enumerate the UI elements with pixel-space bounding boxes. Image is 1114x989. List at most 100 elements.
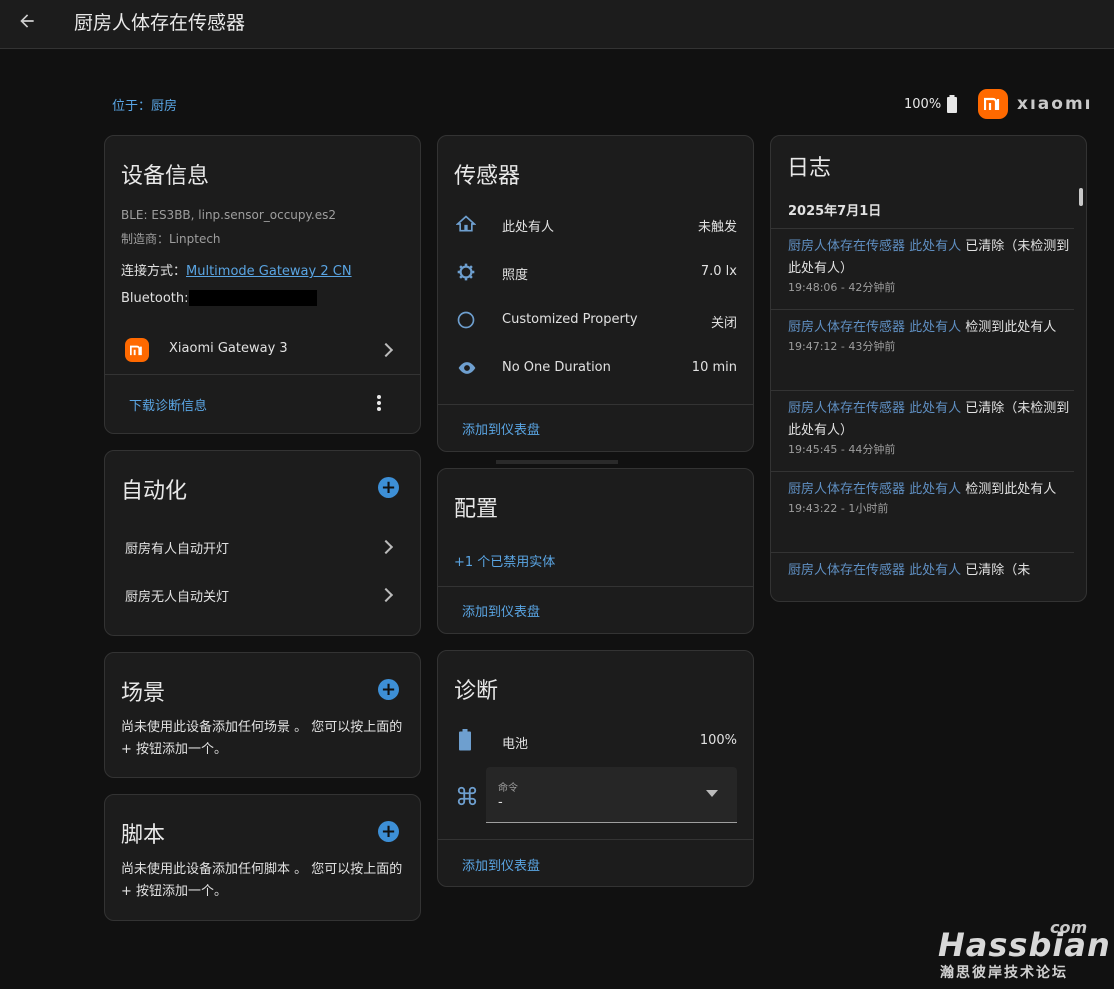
add-to-dashboard-button[interactable]: 添加到仪表盘 — [462, 855, 540, 874]
sensor-row-illuminance[interactable]: 照度 7.0 lx — [438, 256, 753, 288]
scene-title: 场景 — [121, 681, 166, 706]
log-entity-link[interactable]: 厨房人体存在传感器 此处有人 — [788, 320, 961, 335]
arrow-left-icon — [20, 14, 34, 28]
log-entity-link[interactable]: 厨房人体存在传感器 此处有人 — [788, 239, 961, 254]
sensor-row-customized-property[interactable]: Customized Property 关闭 — [438, 304, 753, 336]
connection-label: 连接方式： — [121, 264, 187, 279]
scrollbar[interactable] — [1079, 188, 1083, 206]
command-select-label: 命令 — [498, 783, 518, 794]
automation-item[interactable]: 厨房有人自动开灯 — [105, 531, 420, 563]
divider — [438, 586, 753, 587]
command-select[interactable]: 命令 - — [486, 767, 737, 823]
automation-card: 自动化 + 厨房有人自动开灯 厨房无人自动关灯 — [104, 450, 421, 636]
script-title: 脚本 — [121, 823, 166, 848]
log-entry-text: 检测到此处有人 — [961, 320, 1057, 335]
chevron-right-icon — [378, 539, 394, 555]
gateway-mi-icon — [125, 338, 149, 362]
back-button[interactable] — [14, 8, 40, 34]
watermark-sub: 瀚思彼岸技术论坛 — [940, 965, 1068, 981]
log-entry-time: 19:43:22 - 1小时前 — [788, 502, 889, 515]
connection-link[interactable]: Multimode Gateway 2 CN — [186, 264, 352, 279]
config-title: 配置 — [454, 497, 499, 522]
battery-status: 100% — [904, 95, 958, 113]
automation-item-label: 厨房无人自动关灯 — [125, 590, 230, 605]
watermark-main: Hassbian — [938, 926, 1111, 964]
automation-item-label: 厨房有人自动开灯 — [125, 542, 230, 557]
battery-percent: 100% — [904, 96, 942, 112]
logbook-card: 日志 2025年7月1日 厨房人体存在传感器 此处有人 已清除（未检测到此处有人… — [770, 135, 1087, 602]
diagnostics-title: 诊断 — [454, 679, 499, 704]
card-top-accent — [496, 460, 618, 464]
sensor-value: 7.0 lx — [700, 264, 737, 279]
sensor-label: Customized Property — [502, 312, 638, 327]
divider — [771, 309, 1074, 310]
battery-value: 100% — [699, 733, 737, 748]
log-entity-link[interactable]: 厨房人体存在传感器 此处有人 — [788, 401, 961, 416]
command-icon — [457, 786, 477, 806]
automation-title: 自动化 — [121, 479, 188, 504]
sensors-card: 传感器 此处有人 未触发 照度 7.0 lx Customized Proper… — [437, 135, 754, 452]
eye-icon — [458, 362, 476, 374]
divider — [771, 390, 1074, 391]
diagnostics-card: 诊断 电池 100% 命令 - 添加到仪表盘 — [437, 650, 754, 887]
logbook-date: 2025年7月1日 — [788, 204, 882, 219]
location-link[interactable]: 位于：厨房 — [112, 95, 177, 114]
device-info-title: 设备信息 — [121, 164, 210, 189]
add-script-button[interactable]: + — [378, 821, 399, 842]
gateway-name: Xiaomi Gateway 3 — [169, 341, 288, 356]
top-bar: 厨房人体存在传感器 — [0, 0, 1114, 49]
sensor-row-occupancy[interactable]: 此处有人 未触发 — [438, 208, 753, 240]
scene-empty-text: 尚未使用此设备添加任何场景 。 您可以按上面的 + 按钮添加一个。 — [121, 720, 403, 757]
log-entry-time: 19:48:06 - 42分钟前 — [788, 281, 896, 294]
gear-icon — [457, 263, 475, 281]
more-menu-icon[interactable] — [377, 394, 381, 412]
bluetooth-row: Bluetooth: — [121, 290, 317, 306]
connection-row: 连接方式：Multimode Gateway 2 CN — [121, 260, 352, 279]
log-entry-time: 19:47:12 - 43分钟前 — [788, 340, 896, 353]
config-card: 配置 +1 个已禁用实体 添加到仪表盘 — [437, 460, 754, 634]
gateway-row[interactable]: Xiaomi Gateway 3 — [105, 332, 420, 372]
device-manufacturer: 制造商：Linptech — [121, 232, 221, 246]
bluetooth-label: Bluetooth: — [121, 290, 189, 306]
disabled-entities-link[interactable]: +1 个已禁用实体 — [454, 551, 555, 570]
add-to-dashboard-button[interactable]: 添加到仪表盘 — [462, 419, 540, 438]
chevron-right-icon — [378, 342, 394, 358]
script-empty-text: 尚未使用此设备添加任何脚本 。 您可以按上面的 + 按钮添加一个。 — [121, 862, 403, 899]
log-entry: 厨房人体存在传感器 此处有人 已清除（未检测到此处有人） 19:45:45 - … — [788, 398, 1074, 458]
divider — [438, 839, 753, 840]
log-entry: 厨房人体存在传感器 此处有人 已清除（未检测到此处有人） 19:48:06 - … — [788, 236, 1074, 296]
sensor-value: 关闭 — [710, 316, 737, 331]
command-select-value: - — [498, 795, 503, 810]
log-entity-link[interactable]: 厨房人体存在传感器 此处有人 — [788, 563, 961, 578]
battery-label: 电池 — [502, 737, 529, 752]
add-automation-button[interactable]: + — [378, 477, 399, 498]
log-entity-link[interactable]: 厨房人体存在传感器 此处有人 — [788, 482, 961, 497]
log-entry: 厨房人体存在传感器 此处有人 检测到此处有人 19:43:22 - 1小时前 — [788, 479, 1074, 517]
diagnostic-row-battery[interactable]: 电池 100% — [438, 725, 753, 757]
download-diagnostics-button[interactable]: 下载诊断信息 — [129, 395, 207, 414]
home-icon — [456, 215, 476, 232]
device-info-card: 设备信息 BLE: ES3BB, linp.sensor_occupy.es2 … — [104, 135, 421, 434]
divider — [438, 404, 753, 405]
add-to-dashboard-button[interactable]: 添加到仪表盘 — [462, 601, 540, 620]
redacted-bluetooth-address — [188, 290, 317, 306]
sensor-value: 未触发 — [697, 220, 737, 235]
mi-logo-icon — [978, 89, 1008, 119]
battery-icon — [947, 95, 958, 113]
sensor-value: 10 min — [691, 360, 737, 375]
log-entry: 厨房人体存在传感器 此处有人 检测到此处有人 19:47:12 - 43分钟前 — [788, 317, 1074, 355]
dropdown-arrow-icon — [706, 790, 718, 797]
log-entry-text: 检测到此处有人 — [961, 482, 1057, 497]
circle-icon — [457, 311, 475, 329]
device-model: BLE: ES3BB, linp.sensor_occupy.es2 — [121, 208, 336, 222]
sensor-label: 照度 — [502, 268, 529, 283]
scene-card: 场景 + 尚未使用此设备添加任何场景 。 您可以按上面的 + 按钮添加一个。 — [104, 652, 421, 778]
divider — [771, 228, 1074, 229]
automation-item[interactable]: 厨房无人自动关灯 — [105, 579, 420, 611]
chevron-right-icon — [378, 587, 394, 603]
add-scene-button[interactable]: + — [378, 679, 399, 700]
sensor-row-no-one-duration[interactable]: No One Duration 10 min — [438, 352, 753, 384]
log-entry: 厨房人体存在传感器 此处有人 已清除（未 — [788, 560, 1074, 582]
sensor-label: No One Duration — [502, 360, 611, 375]
divider — [771, 552, 1074, 553]
